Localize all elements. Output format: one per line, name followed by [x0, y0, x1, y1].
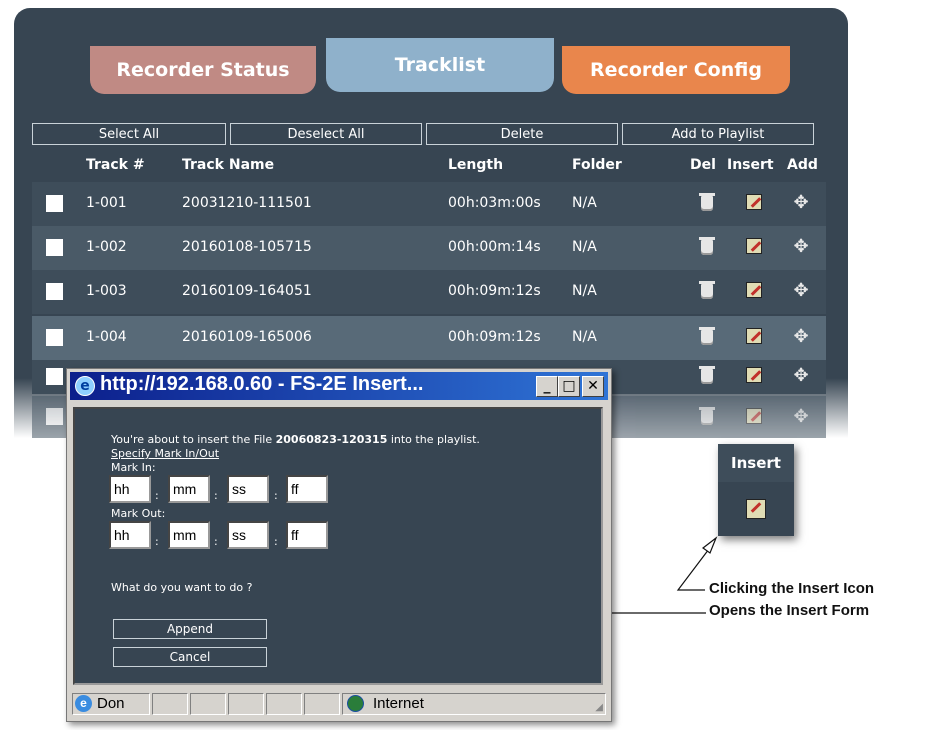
- mark-out-ff-input[interactable]: ff: [286, 521, 328, 549]
- status-cell: [228, 693, 264, 715]
- mark-out-mm-input[interactable]: mm: [168, 521, 210, 549]
- mark-out-label: Mark Out:: [111, 507, 166, 520]
- status-cell: [190, 693, 226, 715]
- minimize-icon[interactable]: _: [536, 376, 558, 397]
- browser-statusbar: e Don Internet ◢: [70, 691, 608, 717]
- dialog-titlebar[interactable]: e http://192.168.0.60 - FS-2E Insert... …: [70, 372, 608, 400]
- mark-out-ss-input[interactable]: ss: [227, 521, 269, 549]
- colon-separator: :: [274, 535, 278, 548]
- status-done: e Don: [72, 693, 150, 715]
- mark-in-mm-input[interactable]: mm: [168, 475, 210, 503]
- mark-in-hh-input[interactable]: hh: [109, 475, 151, 503]
- annotation-line-1: Clicking the Insert Icon: [709, 580, 875, 597]
- status-cell: [152, 693, 188, 715]
- resize-grip-icon[interactable]: ◢: [595, 702, 603, 713]
- colon-separator: :: [155, 535, 159, 548]
- dialog-title: http://192.168.0.60 - FS-2E Insert...: [100, 373, 424, 395]
- insert-file-name: 20060823-120315: [275, 433, 388, 446]
- ie-logo-icon: e: [75, 376, 95, 396]
- mark-in-label: Mark In:: [111, 461, 156, 474]
- annotation-line-2: Opens the Insert Form: [709, 602, 870, 619]
- globe-icon: [347, 695, 364, 712]
- colon-separator: :: [214, 489, 218, 502]
- question-text: What do you want to do ?: [111, 581, 253, 594]
- close-icon[interactable]: ✕: [582, 376, 604, 397]
- specify-mark-link[interactable]: Specify Mark In/Out: [111, 447, 219, 460]
- status-cell: [266, 693, 302, 715]
- insert-dialog-window: e http://192.168.0.60 - FS-2E Insert... …: [66, 368, 612, 722]
- colon-separator: :: [274, 489, 278, 502]
- append-button[interactable]: Append: [113, 619, 267, 639]
- page-icon: e: [75, 695, 92, 712]
- mark-in-ss-input[interactable]: ss: [227, 475, 269, 503]
- colon-separator: :: [214, 535, 218, 548]
- dialog-content: You're about to insert the File 20060823…: [73, 407, 603, 685]
- status-cell: [304, 693, 340, 715]
- mark-in-ff-input[interactable]: ff: [286, 475, 328, 503]
- insert-message: You're about to insert the File 20060823…: [111, 433, 480, 446]
- mark-out-hh-input[interactable]: hh: [109, 521, 151, 549]
- cancel-button[interactable]: Cancel: [113, 647, 267, 667]
- colon-separator: :: [155, 489, 159, 502]
- status-zone: Internet ◢: [342, 693, 606, 715]
- maximize-icon[interactable]: □: [558, 376, 580, 397]
